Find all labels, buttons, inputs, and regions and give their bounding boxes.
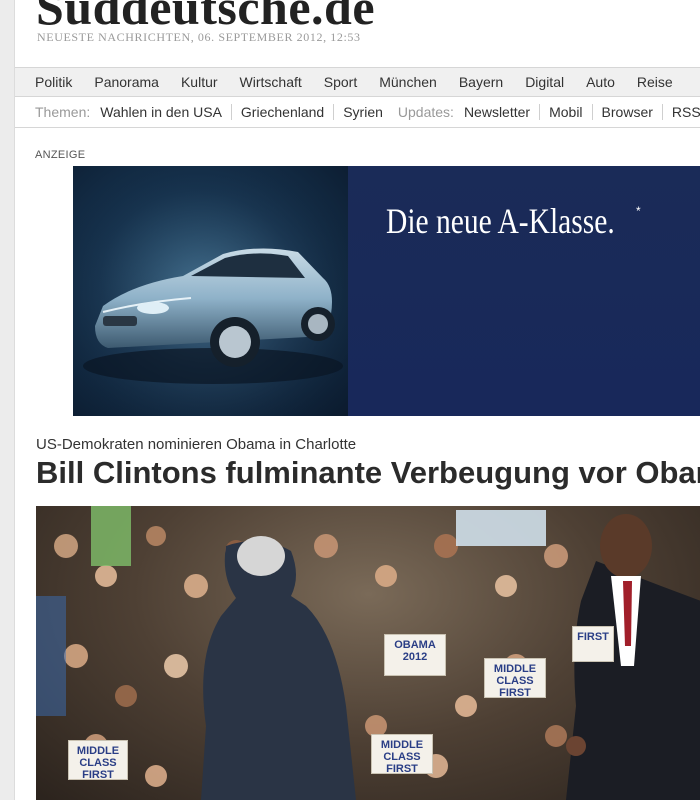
nav-item-muenchen[interactable]: München	[379, 74, 437, 90]
ad-banner[interactable]: Die neue A-Klasse. *	[73, 166, 700, 416]
nav-item-kultur[interactable]: Kultur	[181, 74, 218, 90]
article-kicker: US-Demokraten nominieren Obama in Charlo…	[36, 436, 357, 453]
ad-label: ANZEIGE	[35, 149, 86, 161]
car-illustration	[73, 166, 348, 416]
nav-item-auto[interactable]: Auto	[586, 74, 615, 90]
nav-item-panorama[interactable]: Panorama	[94, 74, 159, 90]
sign-middle-class-first-2: MIDDLE CLASS FIRST	[371, 734, 433, 775]
nav-item-sport[interactable]: Sport	[324, 74, 357, 90]
sign-first: FIRST	[572, 626, 614, 662]
theme-link-syria[interactable]: Syrien	[334, 104, 392, 120]
sign-middle-class-first-3: MIDDLE CLASS FIRST	[68, 740, 128, 781]
primary-navigation: Politik Panorama Kultur Wirtschaft Sport…	[15, 67, 700, 97]
ad-asterisk: *	[636, 204, 641, 218]
sign-middle-class-first: MIDDLE CLASS FIRST	[484, 658, 546, 699]
dateline: NEUESTE NACHRICHTEN, 06. SEPTEMBER 2012,…	[37, 30, 361, 44]
nav-item-bayern[interactable]: Bayern	[459, 74, 503, 90]
page: Süddeutsche.de NEUESTE NACHRICHTEN, 06. …	[14, 0, 700, 800]
ad-slogan: Die neue A-Klasse.	[386, 201, 615, 241]
clinton-figure	[201, 536, 356, 800]
update-link-mobile[interactable]: Mobil	[540, 104, 593, 120]
themes-label: Themen:	[35, 104, 91, 120]
themes-navigation: Themen: Wahlen in den USA Griechenland S…	[15, 97, 700, 128]
update-link-newsletter[interactable]: Newsletter	[464, 104, 541, 120]
ad-text-panel: Die neue A-Klasse. *	[348, 166, 700, 416]
nav-item-digital[interactable]: Digital	[525, 74, 564, 90]
nav-item-politik[interactable]: Politik	[35, 74, 72, 90]
sign-obama-2012: OBAMA 2012	[384, 634, 446, 676]
updates-label: Updates:	[397, 104, 454, 120]
theme-link-greece[interactable]: Griechenland	[232, 104, 335, 120]
article-headline[interactable]: Bill Clintons fulminante Verbeugung vor …	[36, 455, 700, 491]
nav-item-reise[interactable]: Reise	[637, 74, 673, 90]
theme-link-us-elections[interactable]: Wahlen in den USA	[100, 104, 232, 120]
update-link-browser[interactable]: Browser	[593, 104, 663, 120]
update-link-rss[interactable]: RSS	[663, 104, 700, 120]
nav-item-wirtschaft[interactable]: Wirtschaft	[240, 74, 302, 90]
ad-car-image	[73, 166, 348, 416]
article-hero-image[interactable]: OBAMA 2012 MIDDLE CLASS FIRST MIDDLE CLA…	[36, 506, 700, 800]
